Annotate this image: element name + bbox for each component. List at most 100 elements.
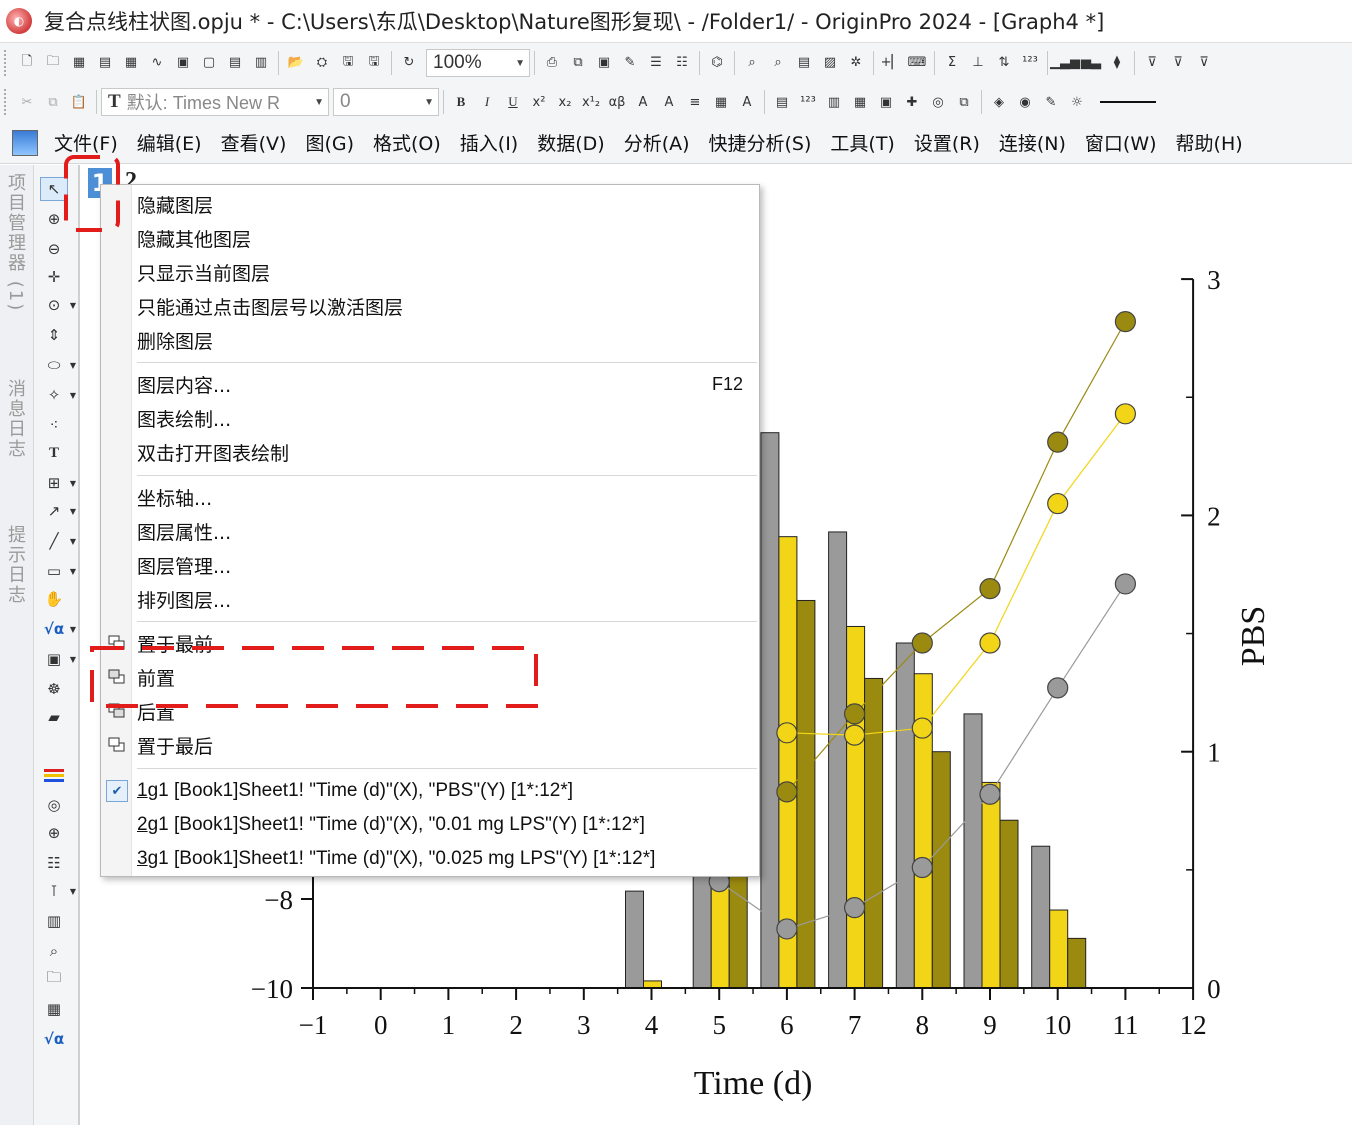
send-to-back-icon — [107, 735, 127, 755]
chart-point — [1114, 403, 1137, 425]
menu-send-to-back[interactable]: 置于最后 — [137, 730, 749, 760]
menu-layer-properties[interactable]: 图层属性... — [137, 516, 749, 546]
menu-item-label: 图层内容... — [137, 374, 232, 397]
x-tick-label: 7 — [848, 1010, 862, 1040]
menu-item-label: 只能通过点击图层号以激活图层 — [137, 296, 404, 319]
checkmark-icon: ✔ — [106, 780, 128, 802]
chart-bar — [999, 819, 1019, 989]
chart-bar — [963, 713, 983, 989]
menu-separator — [137, 621, 757, 622]
chart-point — [1047, 677, 1069, 699]
menu-double-click-plot-setup[interactable]: 双击打开图表绘制 — [137, 437, 749, 467]
x-tick-label: 11 — [1112, 1010, 1138, 1040]
menu-item-label: 后置 — [137, 701, 176, 724]
x-axis-label: Time (d) — [694, 1065, 813, 1102]
menu-activate-by-click-only[interactable]: 只能通过点击图层号以激活图层 — [137, 291, 749, 321]
menu-item-label: 图层属性... — [137, 521, 232, 544]
bring-to-front-icon — [107, 633, 127, 653]
chart-point — [776, 781, 798, 803]
menu-item-label: 置于最后 — [137, 735, 214, 758]
plot-description: g1 [Book1]Sheet1! "Time (d)"(X), "0.01 m… — [147, 814, 645, 835]
menu-separator — [137, 362, 757, 363]
x-tick-label: 2 — [509, 1010, 523, 1040]
menu-plot-2[interactable]: 2 g1 [Book1]Sheet1! "Time (d)"(X), "0.01… — [137, 810, 749, 840]
menu-delete-layer[interactable]: 删除图层 — [137, 325, 749, 355]
menu-arrange-layers[interactable]: 排列图层... — [137, 584, 749, 614]
chart-bar — [643, 980, 662, 989]
chart-point — [1047, 492, 1069, 515]
chart-point — [843, 897, 866, 919]
layer-context-menu: 隐藏图层 隐藏其他图层 只显示当前图层 只能通过点击图层号以激活图层 删除图层 … — [100, 184, 760, 877]
plot-number: 2 — [137, 814, 148, 835]
menu-shortcut: F12 — [711, 373, 743, 394]
chart-bar — [931, 751, 951, 989]
chart-point — [979, 578, 1001, 600]
y-left-tick-label: −8 — [264, 885, 293, 915]
x-tick-label: −1 — [299, 1010, 328, 1040]
chart-bar — [846, 625, 866, 989]
menu-item-label: 只显示当前图层 — [137, 262, 271, 285]
x-tick-label: 3 — [577, 1010, 591, 1040]
plot-description: g1 [Book1]Sheet1! "Time (d)"(X), "PBS"(Y… — [147, 780, 574, 801]
chart-bar — [796, 599, 816, 989]
menu-hide-other-layers[interactable]: 隐藏其他图层 — [137, 223, 749, 253]
menu-layer-contents[interactable]: 图层内容... F12 — [137, 369, 749, 399]
x-tick-label: 10 — [1044, 1010, 1071, 1040]
menu-item-label: 图层管理... — [137, 555, 232, 578]
chart-point — [776, 722, 798, 744]
menu-item-label: 排列图层... — [137, 589, 232, 612]
menu-item-label: 隐藏图层 — [137, 194, 214, 217]
menu-bring-to-front[interactable]: 置于最前 — [137, 628, 749, 658]
menu-item-label: 隐藏其他图层 — [137, 228, 252, 251]
menu-plot-1[interactable]: 1 g1 [Book1]Sheet1! "Time (d)"(X), "PBS"… — [137, 776, 749, 806]
chart-bar — [828, 531, 848, 989]
x-tick-label: 12 — [1180, 1010, 1207, 1040]
x-tick-label: 0 — [374, 1010, 388, 1040]
chart-bar — [625, 890, 644, 989]
y-right-axis-label: PBS — [1235, 606, 1272, 667]
chart-point — [843, 703, 866, 725]
menu-item-label: 删除图层 — [137, 330, 214, 353]
chart-bar — [728, 857, 748, 989]
chart-bar — [1067, 937, 1087, 989]
menu-show-current-layer-only[interactable]: 只显示当前图层 — [137, 257, 749, 287]
x-tick-label: 9 — [983, 1010, 997, 1040]
chart-point — [911, 856, 933, 879]
menu-item-label: 双击打开图表绘制 — [137, 442, 290, 465]
chart-point — [911, 717, 933, 739]
menu-axes[interactable]: 坐标轴... — [137, 482, 749, 512]
y-right-tick-label: 0 — [1207, 974, 1221, 1004]
chart-point — [1047, 431, 1069, 453]
menu-item-label: 置于最前 — [137, 633, 214, 656]
menu-separator — [137, 768, 757, 769]
bring-forward-icon — [107, 667, 127, 687]
menu-hide-layer[interactable]: 隐藏图层 — [137, 189, 749, 219]
chart-point — [979, 632, 1001, 654]
menu-layer-management[interactable]: 图层管理... — [137, 550, 749, 580]
plot-description: g1 [Book1]Sheet1! "Time (d)"(X), "0.025 … — [147, 848, 656, 869]
menu-item-label: 图表绘制... — [137, 408, 232, 431]
plot-number: 1 — [137, 780, 148, 801]
chart-point — [1114, 311, 1137, 333]
menu-item-label: 前置 — [137, 667, 176, 690]
chart-bar — [1031, 845, 1051, 989]
plot-number: 3 — [137, 848, 148, 869]
chart-bar — [895, 642, 915, 989]
menu-send-backward[interactable]: 后置 — [137, 696, 749, 726]
chart-point — [843, 724, 866, 746]
context-menu-icon-strip — [101, 185, 132, 876]
chart-point — [911, 632, 933, 654]
chart-bar — [981, 781, 1001, 989]
chart-bar — [1049, 909, 1069, 989]
menu-bring-forward[interactable]: 前置 — [137, 662, 749, 692]
chart-point — [1114, 573, 1137, 595]
y-right-tick-label: 3 — [1207, 265, 1221, 295]
y-left-tick-label: −10 — [251, 974, 293, 1004]
menu-plot-setup[interactable]: 图表绘制... — [137, 403, 749, 433]
chart-bar — [864, 677, 884, 989]
chart-point — [776, 918, 798, 940]
menu-plot-3[interactable]: 3 g1 [Book1]Sheet1! "Time (d)"(X), "0.02… — [137, 844, 749, 874]
menu-separator — [137, 475, 757, 476]
chart-point — [979, 783, 1001, 805]
chart-bar — [760, 432, 780, 989]
